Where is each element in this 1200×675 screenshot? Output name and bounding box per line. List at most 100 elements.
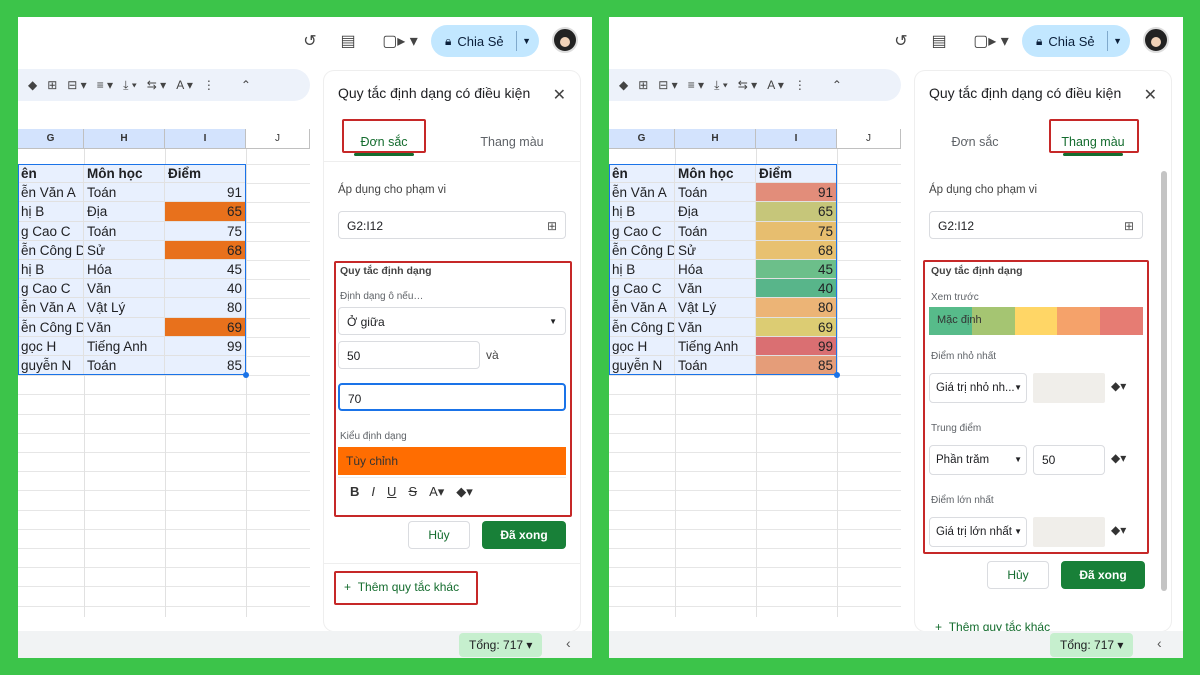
chevron-up-icon[interactable]: ⌃ bbox=[241, 78, 251, 92]
header-cell[interactable]: Môn học bbox=[84, 164, 165, 184]
tab-single-color[interactable]: Đơn sắc bbox=[937, 135, 1013, 149]
rotate-icon[interactable]: A ▾ bbox=[176, 78, 193, 92]
max-color-icon[interactable]: ◆▾ bbox=[1111, 523, 1126, 537]
table-cell[interactable]: ễn Công D bbox=[18, 240, 84, 260]
table-cell[interactable]: 91 bbox=[756, 183, 837, 203]
done-button[interactable]: Đã xong bbox=[1061, 561, 1145, 589]
table-cell[interactable]: 40 bbox=[756, 279, 837, 299]
table-cell[interactable]: Toán bbox=[84, 356, 165, 376]
borders-icon[interactable]: ⊞ bbox=[47, 78, 57, 92]
comment-icon[interactable]: ▤ bbox=[336, 29, 360, 53]
table-cell[interactable]: hị B bbox=[609, 202, 675, 222]
table-cell[interactable]: guyễn N bbox=[18, 356, 84, 376]
tab-single-color[interactable]: Đơn sắc bbox=[346, 135, 422, 156]
valign-icon[interactable]: ⤓ ▾ bbox=[123, 78, 137, 93]
valign-icon[interactable]: ⤓ ▾ bbox=[714, 78, 728, 93]
table-cell[interactable]: Sử bbox=[84, 240, 165, 260]
table-cell[interactable]: ễn Văn A bbox=[18, 183, 84, 203]
table-cell[interactable]: ễn Công D bbox=[18, 317, 84, 337]
video-icon[interactable]: ▢▸ ▾ bbox=[971, 29, 1011, 53]
borders-icon[interactable]: ⊞ bbox=[638, 78, 648, 92]
wrap-icon[interactable]: ⇆ ▾ bbox=[147, 78, 166, 92]
cancel-button[interactable]: Hủy bbox=[408, 521, 470, 549]
custom-style-preview[interactable]: Tùy chỉnh bbox=[338, 447, 566, 475]
table-cell[interactable]: Toán bbox=[675, 356, 756, 376]
table-cell[interactable]: ễn Công D bbox=[609, 240, 675, 260]
range-input[interactable]: G2:I12 ⊞ bbox=[338, 211, 566, 239]
paint-icon[interactable]: ◆ bbox=[619, 78, 628, 92]
add-rule-button[interactable]: + Thêm quy tắc khác bbox=[344, 580, 459, 594]
column-header[interactable]: G bbox=[18, 129, 84, 149]
column-header[interactable]: H bbox=[84, 129, 165, 149]
value1-input[interactable]: 50 bbox=[338, 341, 480, 369]
table-cell[interactable]: 75 bbox=[165, 221, 246, 241]
table-cell[interactable]: gọc H bbox=[609, 336, 675, 356]
min-type-select[interactable]: Giá trị nhỏ nh... ▼ bbox=[929, 373, 1027, 403]
done-button[interactable]: Đã xong bbox=[482, 521, 566, 549]
column-header[interactable]: I bbox=[165, 129, 246, 149]
min-color-icon[interactable]: ◆▾ bbox=[1111, 379, 1126, 393]
tab-color-scale[interactable]: Thang màu bbox=[1055, 135, 1131, 156]
table-cell[interactable]: Sử bbox=[675, 240, 756, 260]
merge-icon[interactable]: ⊟ ▾ bbox=[67, 78, 86, 92]
table-cell[interactable]: 45 bbox=[165, 260, 246, 280]
table-cell[interactable]: g Cao C bbox=[609, 279, 675, 299]
paint-icon[interactable]: ◆ bbox=[28, 78, 37, 92]
header-cell[interactable]: Điểm bbox=[165, 164, 246, 184]
align-icon[interactable]: ≡ ▾ bbox=[97, 78, 113, 92]
bold-icon[interactable]: B bbox=[350, 484, 359, 499]
fill-color-icon[interactable]: ◆▾ bbox=[456, 484, 473, 500]
close-icon[interactable]: ✕ bbox=[1144, 85, 1157, 105]
table-cell[interactable]: Địa bbox=[675, 202, 756, 222]
table-cell[interactable]: Địa bbox=[84, 202, 165, 222]
sum-badge[interactable]: Tổng: 717 ▾ bbox=[1050, 633, 1134, 657]
table-cell[interactable]: g Cao C bbox=[609, 221, 675, 241]
more-icon[interactable]: ⋮ bbox=[203, 78, 215, 92]
table-cell[interactable]: Văn bbox=[84, 317, 165, 337]
table-cell[interactable]: hị B bbox=[18, 202, 84, 222]
history-icon[interactable]: ↺ bbox=[889, 29, 913, 53]
column-header[interactable]: G bbox=[609, 129, 675, 149]
table-cell[interactable]: Toán bbox=[675, 183, 756, 203]
table-cell[interactable]: 80 bbox=[165, 298, 246, 318]
rotate-icon[interactable]: A ▾ bbox=[767, 78, 784, 92]
column-header[interactable]: J bbox=[837, 129, 901, 149]
mid-type-select[interactable]: Phần trăm ▼ bbox=[929, 445, 1027, 475]
chevron-down-icon[interactable]: ▼ bbox=[522, 36, 531, 46]
table-cell[interactable]: 45 bbox=[756, 260, 837, 280]
table-cell[interactable]: Tiếng Anh bbox=[675, 336, 756, 356]
sum-badge[interactable]: Tổng: 717 ▾ bbox=[459, 633, 543, 657]
table-cell[interactable]: Toán bbox=[84, 183, 165, 203]
table-cell[interactable]: Hóa bbox=[675, 260, 756, 280]
align-icon[interactable]: ≡ ▾ bbox=[688, 78, 704, 92]
video-icon[interactable]: ▢▸ ▾ bbox=[380, 29, 420, 53]
underline-icon[interactable]: U bbox=[387, 484, 396, 499]
cancel-button[interactable]: Hủy bbox=[987, 561, 1049, 589]
table-cell[interactable]: Vật Lý bbox=[84, 298, 165, 318]
table-cell[interactable]: 85 bbox=[165, 356, 246, 376]
chevron-down-icon[interactable]: ▼ bbox=[1113, 36, 1122, 46]
table-cell[interactable]: Toán bbox=[675, 221, 756, 241]
avatar[interactable] bbox=[1143, 27, 1169, 53]
table-cell[interactable]: Hóa bbox=[84, 260, 165, 280]
table-cell[interactable]: 75 bbox=[756, 221, 837, 241]
header-cell[interactable]: ên bbox=[18, 164, 84, 184]
history-icon[interactable]: ↺ bbox=[298, 29, 322, 53]
header-cell[interactable]: ên bbox=[609, 164, 675, 184]
range-input[interactable]: G2:I12 ⊞ bbox=[929, 211, 1143, 239]
table-cell[interactable]: 65 bbox=[756, 202, 837, 222]
strikethrough-icon[interactable]: S bbox=[408, 484, 417, 499]
table-cell[interactable]: g Cao C bbox=[18, 221, 84, 241]
spreadsheet-grid[interactable]: G H I Jên Môn học Điểm ễn Văn A Toán 91 hị B Địa 65… bbox=[18, 129, 310, 617]
max-value-input[interactable] bbox=[1033, 517, 1105, 547]
column-header[interactable]: I bbox=[756, 129, 837, 149]
table-cell[interactable]: 85 bbox=[756, 356, 837, 376]
table-cell[interactable]: ễn Công D bbox=[609, 317, 675, 337]
table-cell[interactable]: hị B bbox=[18, 260, 84, 280]
close-icon[interactable]: ✕ bbox=[553, 85, 566, 105]
header-cell[interactable]: Điểm bbox=[756, 164, 837, 184]
mid-value-input[interactable]: 50 bbox=[1033, 445, 1105, 475]
text-color-icon[interactable]: A▾ bbox=[429, 484, 444, 500]
table-cell[interactable]: 99 bbox=[165, 336, 246, 356]
tab-color-scale[interactable]: Thang màu bbox=[472, 135, 552, 149]
